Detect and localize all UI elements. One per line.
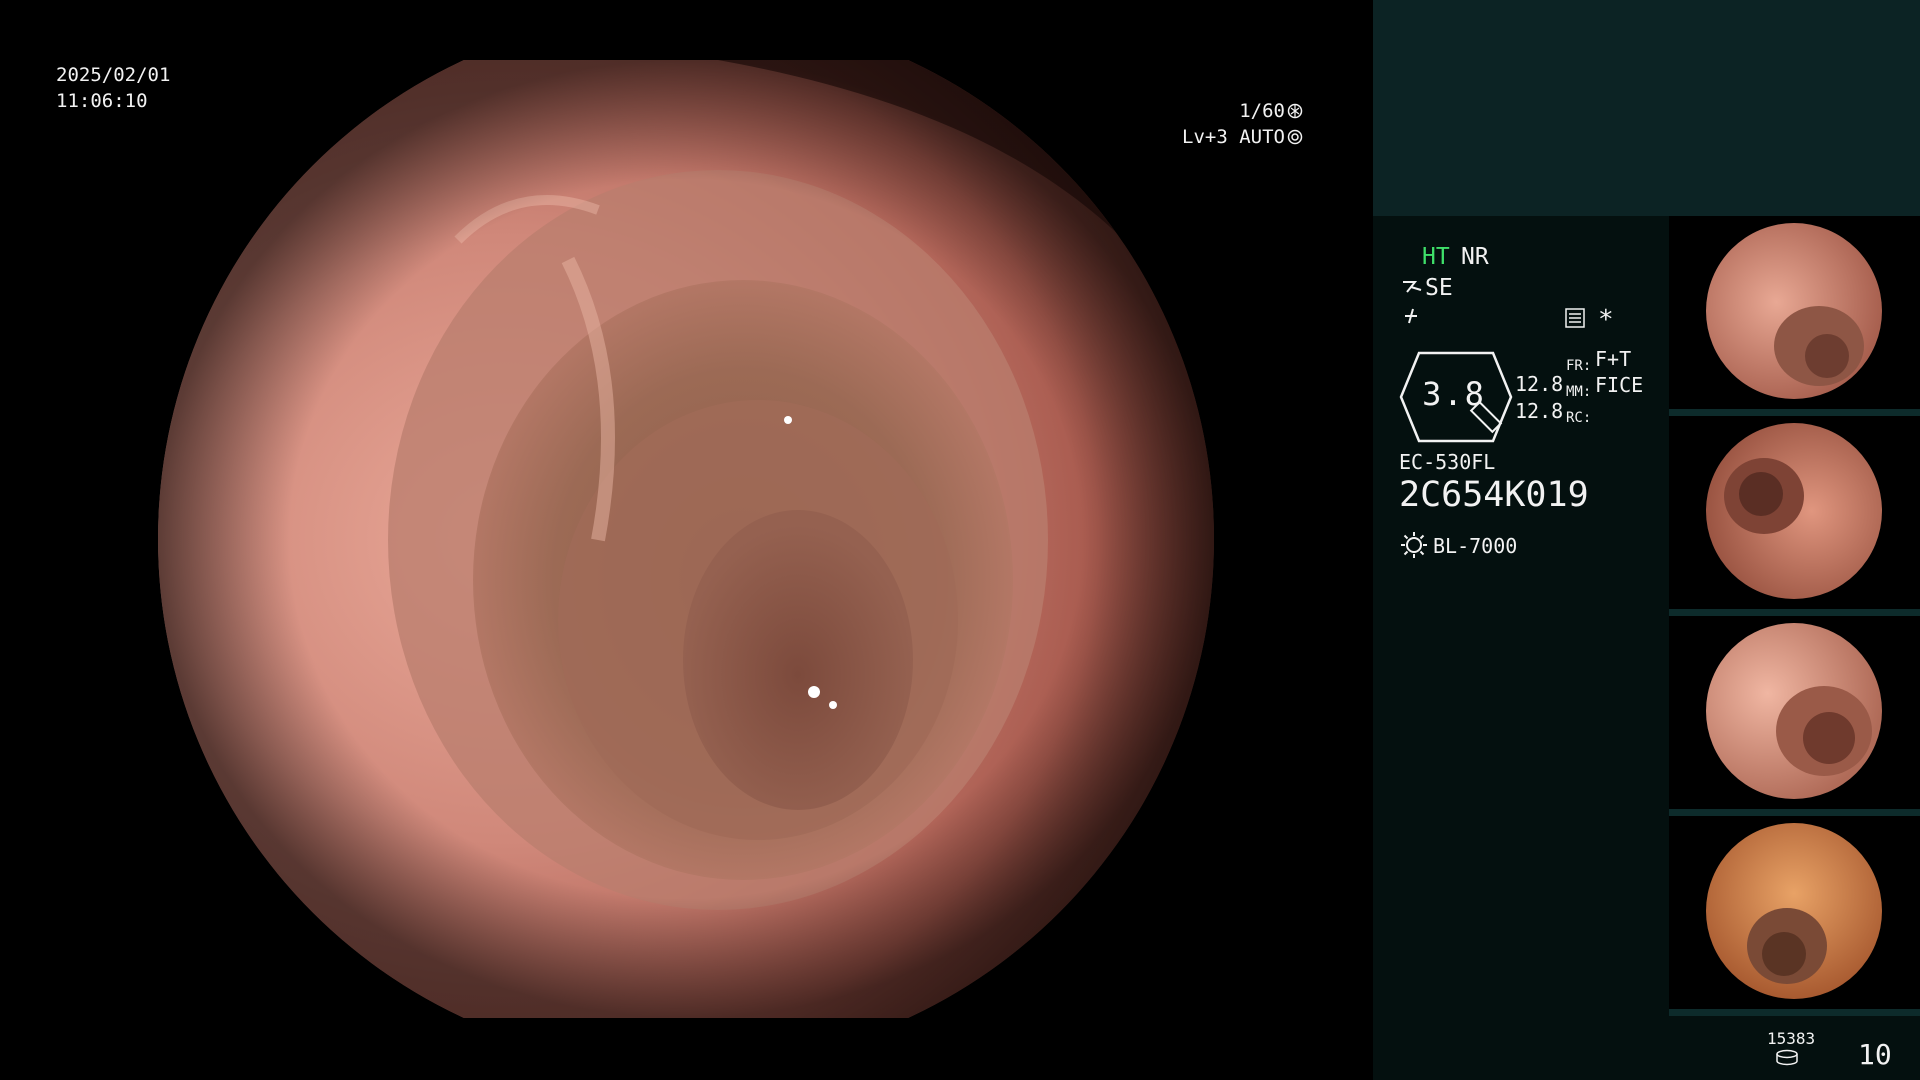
thumbnail-bar (1669, 1009, 1920, 1016)
thumbnail-3[interactable] (1669, 616, 1920, 816)
page-count: 10 (1858, 1038, 1892, 1071)
value-1: 12.8 (1515, 372, 1564, 396)
capture-count: 15383 (1767, 1029, 1816, 1048)
date-time: 2025/02/01 11:06:10 (56, 62, 170, 114)
light-source-icon (1401, 532, 1427, 558)
time: 11:06:10 (56, 90, 148, 112)
mm-label: MM: (1566, 384, 1592, 400)
iris-icon (1287, 129, 1303, 145)
thumbnail-2[interactable] (1669, 416, 1920, 616)
shutter-speed: 1/60 (1239, 100, 1285, 122)
ht-indicator: HT (1422, 244, 1450, 270)
rc-label: RC: (1566, 410, 1592, 426)
structure-enhance-icon (1403, 281, 1422, 293)
endoscope-image (158, 60, 1214, 1018)
thumbnail-1[interactable] (1669, 216, 1920, 416)
thumbnail-4[interactable] (1669, 816, 1920, 1016)
exposure-readout: 1/60 Lv+3 AUTO (1182, 98, 1303, 150)
value-2: 12.8 (1515, 399, 1564, 423)
thumbnail-bar (1669, 409, 1920, 416)
light-source: BL-7000 (1433, 534, 1518, 558)
iris-mode: AUTO (1239, 126, 1285, 148)
thumbnail-bar (1669, 609, 1920, 616)
thumbnail-bar (1669, 809, 1920, 816)
date: 2025/02/01 (56, 64, 171, 86)
brightness-level: Lv+3 (1182, 126, 1228, 148)
star-indicator: * (1598, 305, 1614, 335)
storage-icon (1776, 1049, 1798, 1066)
scope-serial: 2C654K019 (1399, 475, 1589, 515)
shutter-icon (1287, 103, 1303, 119)
settings-list-icon (1565, 308, 1585, 328)
endoscope-view: 2025/02/01 11:06:10 1/60 Lv+3 AUTO (0, 0, 1373, 1080)
patient-info-area (1373, 0, 1920, 216)
nr-indicator: NR (1461, 244, 1489, 270)
zoom-value: 3.8 (1422, 375, 1486, 413)
fr-label: FR: (1566, 358, 1592, 374)
fr-value: F+T (1595, 347, 1632, 371)
freeze-icon (1405, 308, 1417, 324)
scope-model: EC-530FL (1399, 450, 1496, 474)
se-indicator: SE (1425, 275, 1453, 301)
mm-value: FICE (1595, 373, 1644, 397)
